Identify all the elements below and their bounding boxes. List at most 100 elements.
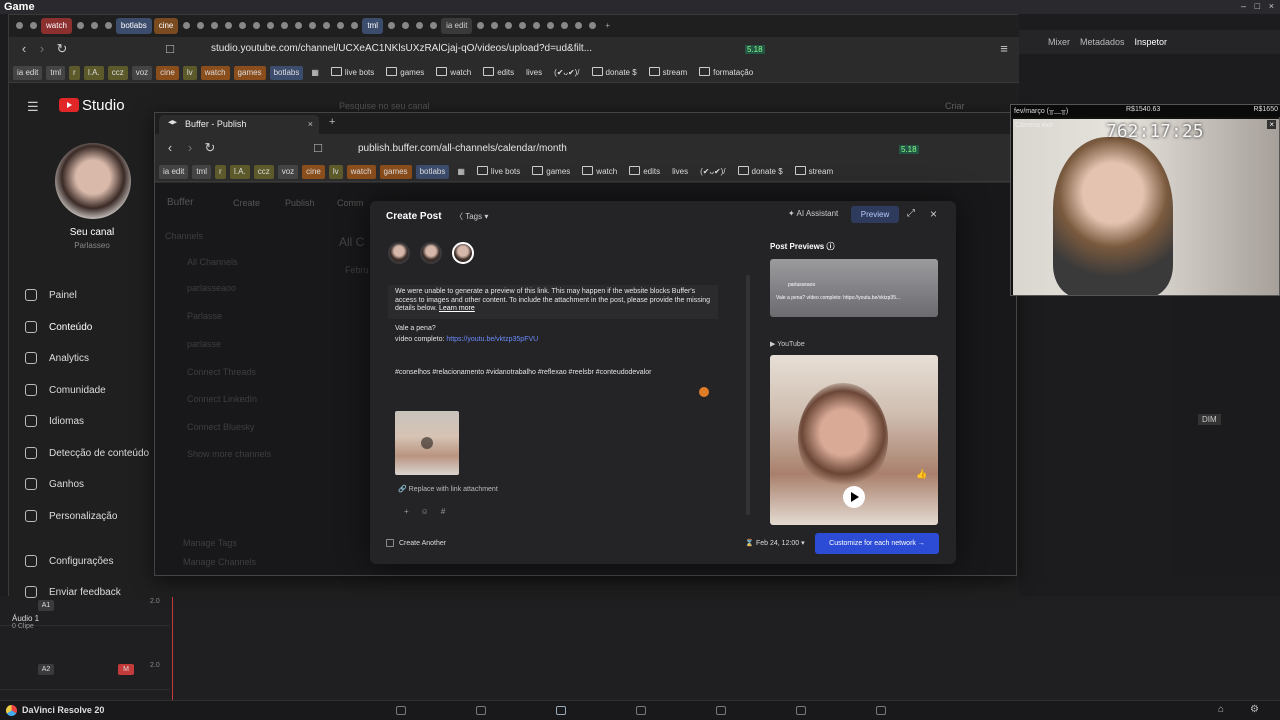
replace-with-link-button[interactable]: 🔗 Replace with link attachment bbox=[398, 485, 498, 493]
bookmark-icon[interactable]: □ bbox=[163, 42, 177, 56]
forward-icon[interactable]: › bbox=[183, 141, 197, 155]
close-icon[interactable]: × bbox=[1269, 1, 1274, 11]
close-icon[interactable]: × bbox=[1267, 120, 1276, 129]
tab-icon[interactable] bbox=[102, 18, 114, 34]
back-icon[interactable]: ‹ bbox=[163, 141, 177, 155]
dim-button[interactable]: DIM bbox=[1198, 414, 1221, 425]
sidebar-item-personalizacao[interactable]: Personalização bbox=[25, 506, 175, 526]
bookmark-item[interactable]: watch bbox=[346, 164, 376, 179]
minimize-icon[interactable]: – bbox=[1241, 1, 1246, 11]
tab-icon[interactable] bbox=[292, 18, 304, 34]
tab-cine[interactable]: cine bbox=[153, 18, 179, 34]
tab-tml[interactable]: tml bbox=[362, 18, 384, 34]
bookmark-folder[interactable]: watch bbox=[578, 165, 621, 179]
bookmark-item[interactable]: voz bbox=[131, 65, 153, 80]
tab-icon[interactable] bbox=[488, 18, 500, 34]
studio-logo[interactable]: Studio bbox=[59, 97, 125, 114]
bookmark-folder[interactable]: (✔ᴗ✔)/ bbox=[696, 165, 729, 179]
bookmark-item[interactable]: lv bbox=[328, 164, 343, 179]
bookmark-item[interactable]: r bbox=[69, 65, 80, 80]
bookmark-folder[interactable]: formatação bbox=[695, 66, 757, 80]
sidebar-item-conteudo[interactable]: Conteúdo bbox=[25, 317, 175, 337]
tab-icon[interactable] bbox=[385, 18, 397, 34]
video-thumbnail[interactable] bbox=[395, 411, 459, 475]
tab-icon[interactable] bbox=[88, 18, 100, 34]
manage-channels-link[interactable]: Manage Channels bbox=[183, 557, 256, 567]
bookmark-folder[interactable]: games bbox=[528, 165, 574, 179]
channel-item[interactable]: Parlasse bbox=[187, 311, 222, 321]
forward-icon[interactable]: › bbox=[35, 42, 49, 56]
bookmark-folder[interactable]: stream bbox=[645, 66, 691, 80]
tab-icon[interactable] bbox=[250, 18, 262, 34]
tab-icon[interactable] bbox=[194, 18, 206, 34]
schedule-date-button[interactable]: ⌛ Feb 24, 12:00 ▾ bbox=[738, 535, 812, 553]
new-tab-icon[interactable]: + bbox=[329, 116, 335, 128]
sidebar-item-configuracoes[interactable]: Configurações bbox=[25, 551, 175, 571]
mixer-tab[interactable]: Mixer bbox=[1048, 37, 1070, 47]
checkbox-box[interactable] bbox=[386, 539, 394, 547]
bookmark-folder[interactable]: (✔ᴗ✔)/ bbox=[550, 66, 583, 80]
tab-icon[interactable] bbox=[530, 18, 542, 34]
channel-avatar-instagram[interactable] bbox=[388, 242, 410, 264]
create-button[interactable]: Criar bbox=[945, 101, 965, 111]
tab-icon[interactable] bbox=[474, 18, 486, 34]
tab-icon[interactable] bbox=[558, 18, 570, 34]
connect-item[interactable]: Connect Threads bbox=[187, 367, 256, 377]
scrollbar[interactable] bbox=[746, 275, 750, 515]
tab-icon[interactable] bbox=[222, 18, 234, 34]
new-tab-icon[interactable]: + bbox=[600, 18, 615, 34]
nav-create[interactable]: Create bbox=[233, 198, 260, 208]
bookmark-item[interactable]: ia edit bbox=[13, 65, 43, 80]
bookmark-icon[interactable]: □ bbox=[311, 141, 325, 155]
bookmark-item[interactable]: I.A. bbox=[83, 65, 104, 80]
customize-network-button[interactable]: Customize for each network → bbox=[815, 533, 939, 554]
bookmark-item[interactable]: ccz bbox=[107, 65, 128, 80]
learn-more-link[interactable]: Learn more bbox=[439, 305, 475, 312]
tab-icon[interactable] bbox=[208, 18, 220, 34]
bookmark-item[interactable]: botlabs bbox=[269, 65, 304, 80]
tab-icon[interactable] bbox=[320, 18, 332, 34]
sidebar-item-analytics[interactable]: Analytics bbox=[25, 348, 175, 368]
bookmark-item[interactable]: I.A. bbox=[229, 164, 250, 179]
bookmark-item[interactable]: ccz bbox=[253, 164, 274, 179]
post-link[interactable]: https://youtu.be/vktzp35pFVU bbox=[446, 336, 538, 343]
all-channels-item[interactable]: All Channels bbox=[187, 257, 238, 267]
mute-button[interactable]: M bbox=[118, 664, 134, 675]
tab-icon[interactable] bbox=[516, 18, 528, 34]
tags-dropdown[interactable]: 〈 Tags ▾ bbox=[450, 209, 493, 224]
hamburger-icon[interactable]: ☰ bbox=[27, 99, 39, 115]
tab-buffer-publish[interactable]: Buffer - Publish × bbox=[159, 115, 319, 134]
bookmark-item[interactable]: ia edit bbox=[159, 164, 189, 179]
tab-icon[interactable] bbox=[413, 18, 425, 34]
tab-icon[interactable] bbox=[399, 18, 411, 34]
bookmark-item[interactable]: cine bbox=[302, 164, 325, 179]
connect-item[interactable]: Connect Bluesky bbox=[187, 422, 255, 432]
channel-avatar[interactable] bbox=[55, 143, 131, 219]
play-icon[interactable] bbox=[843, 486, 865, 508]
media-page-icon[interactable] bbox=[396, 706, 406, 715]
tab-ia-edit[interactable]: ia edit bbox=[441, 18, 473, 34]
bookmark-item[interactable]: watch bbox=[200, 65, 230, 80]
playhead[interactable] bbox=[172, 596, 173, 700]
bookmark-item[interactable]: tml bbox=[46, 65, 66, 80]
preview-button[interactable]: Preview bbox=[851, 206, 899, 223]
edit-page-icon[interactable] bbox=[556, 706, 566, 715]
cut-page-icon[interactable] bbox=[476, 706, 486, 715]
home-icon[interactable]: ⌂ bbox=[1218, 704, 1224, 715]
bookmark-item[interactable]: r bbox=[215, 164, 226, 179]
reload-icon[interactable]: ↻ bbox=[203, 141, 217, 155]
extension-badge[interactable]: 5.18 bbox=[899, 145, 919, 154]
bookmark-item[interactable]: botlabs bbox=[415, 164, 450, 179]
bookmark-item[interactable]: games bbox=[233, 65, 266, 80]
bookmark-item[interactable]: cine bbox=[156, 65, 179, 80]
apps-grid-icon[interactable]: ▦ bbox=[307, 66, 323, 80]
metadata-tab[interactable]: Metadados bbox=[1080, 37, 1125, 47]
fusion-page-icon[interactable] bbox=[636, 706, 646, 715]
tab-icon[interactable] bbox=[572, 18, 584, 34]
channel-item[interactable]: parlasseaoo bbox=[187, 283, 236, 293]
tab-icon[interactable] bbox=[544, 18, 556, 34]
channel-avatar-threads[interactable] bbox=[452, 242, 474, 264]
bookmark-item[interactable]: tml bbox=[192, 164, 212, 179]
tab-icon[interactable] bbox=[180, 18, 192, 34]
sidebar-item-ganhos[interactable]: Ganhos bbox=[25, 474, 175, 494]
